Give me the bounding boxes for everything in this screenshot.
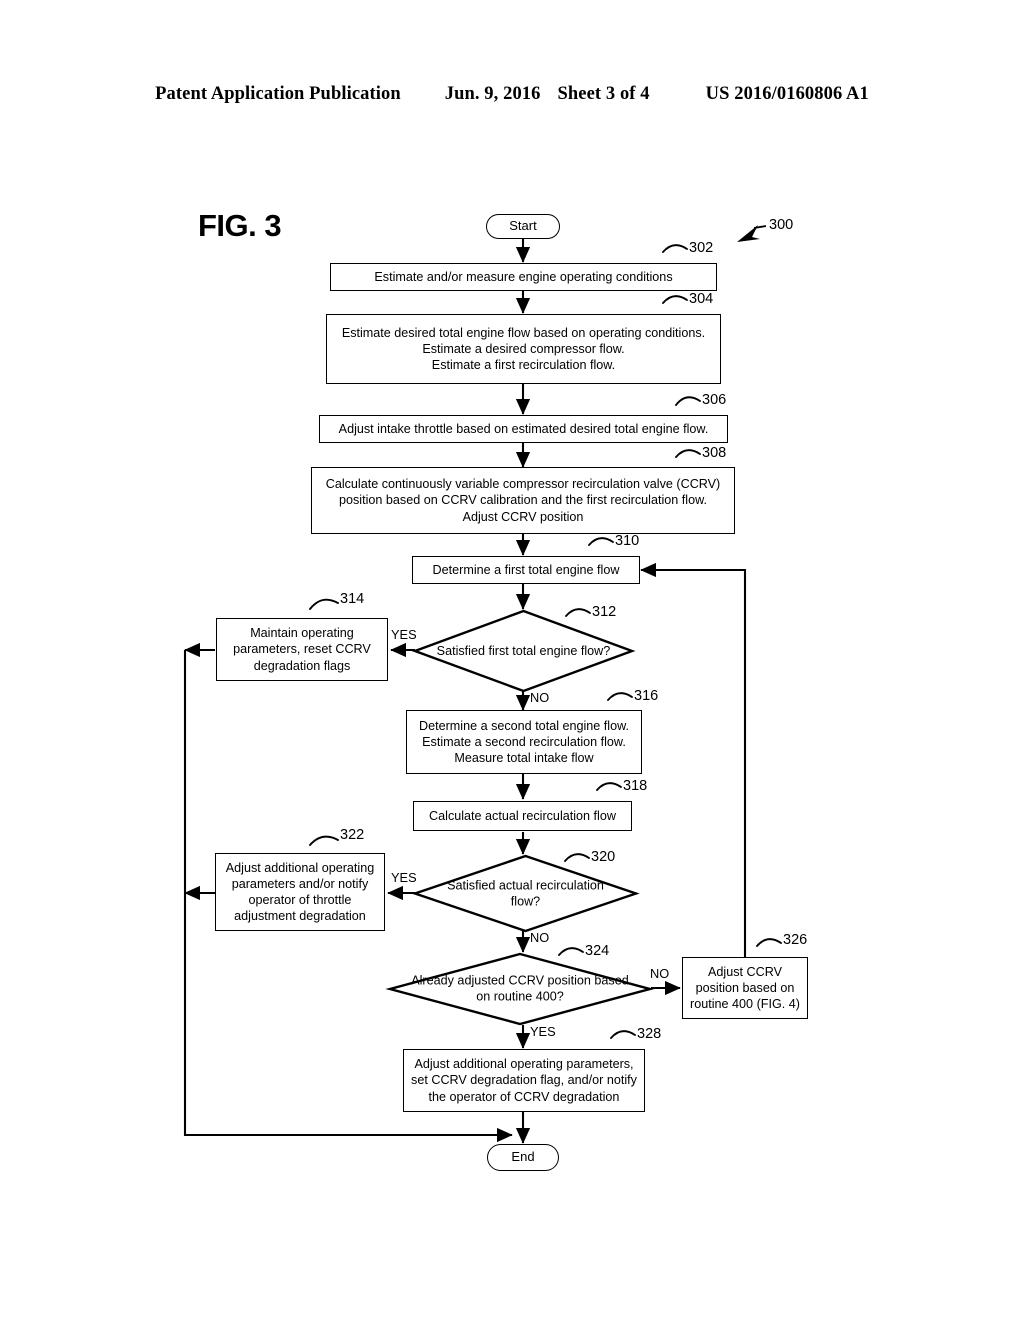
ref-numeral-308: 308 <box>702 445 727 461</box>
flow-step-314: Maintain operating parameters, reset CCR… <box>216 618 388 681</box>
flow-step-316-text: Determine a second total engine flow. Es… <box>418 718 630 766</box>
header-patent-number: US 2016/0160806 A1 <box>705 84 869 104</box>
flow-step-302-text: Estimate and/or measure engine operating… <box>374 269 673 284</box>
flow-step-306: Adjust intake throttle based on estimate… <box>319 415 728 443</box>
flow-step-310-text: Determine a first total engine flow <box>432 562 620 577</box>
flow-step-302: Estimate and/or measure engine operating… <box>330 263 717 291</box>
flow-decision-312-text: Satisfied first total engine flow? <box>436 643 611 658</box>
ref-numeral-322: 322 <box>340 827 365 843</box>
flow-step-318-text: Calculate actual recirculation flow <box>429 808 616 823</box>
header-publication-date: Jun. 9, 2016 <box>444 84 541 104</box>
header-publication-title: Patent Application Publication <box>155 84 401 104</box>
flow-step-328-text: Adjust additional operating parameters, … <box>411 1057 637 1104</box>
ref-numeral-312: 312 <box>592 604 617 620</box>
page-header: Patent Application Publication Jun. 9, 2… <box>0 84 1024 105</box>
flow-step-308-text: Calculate continuously variable compress… <box>325 477 721 524</box>
flow-step-322-text: Adjust additional operating parameters a… <box>225 860 375 924</box>
flow-step-328: Adjust additional operating parameters, … <box>403 1049 645 1112</box>
flow-step-308: Calculate continuously variable compress… <box>311 467 735 534</box>
branch-label-324-no: NO <box>650 966 670 981</box>
ref-numeral-314: 314 <box>340 591 365 607</box>
ref-numeral-318: 318 <box>623 778 648 794</box>
ref-numeral-316: 316 <box>634 688 659 704</box>
routine-ref-arrow <box>737 225 767 242</box>
flow-start-terminator: Start <box>486 214 560 239</box>
ref-numeral-302: 302 <box>689 240 714 256</box>
ref-numeral-326: 326 <box>783 932 808 948</box>
branch-label-320-yes: YES <box>391 870 417 885</box>
flow-step-304: Estimate desired total engine flow based… <box>326 314 721 384</box>
ref-numeral-310: 310 <box>615 533 640 549</box>
figure-label: FIG. 3 <box>198 208 282 243</box>
branch-label-324-yes: YES <box>530 1024 556 1039</box>
flow-end-label: End <box>511 1149 535 1165</box>
flow-step-306-text: Adjust intake throttle based on estimate… <box>338 421 709 436</box>
flow-step-310: Determine a first total engine flow <box>412 556 640 584</box>
flow-decision-320-text: Satisfied actual recirculation flow? <box>447 878 604 909</box>
flow-decision-324-text: Already adjusted CCRV position based on … <box>411 973 629 1004</box>
branch-label-312-no: NO <box>530 690 550 705</box>
flow-step-322: Adjust additional operating parameters a… <box>215 853 385 931</box>
header-sheet-number: Sheet 3 of 4 <box>557 84 650 104</box>
flow-step-318: Calculate actual recirculation flow <box>413 801 632 831</box>
ref-numeral-306: 306 <box>702 392 727 408</box>
ref-numeral-324: 324 <box>585 943 610 959</box>
flow-step-326-text: Adjust CCRV position based on routine 40… <box>690 964 800 1012</box>
flow-decision-312: Satisfied first total engine flow? <box>411 609 636 693</box>
ref-numeral-328: 328 <box>637 1026 662 1042</box>
flow-step-304-text: Estimate desired total engine flow based… <box>341 325 706 373</box>
ref-numeral-300: 300 <box>769 217 794 233</box>
flow-decision-324: Already adjusted CCRV position based on … <box>385 952 655 1026</box>
branch-label-320-no: NO <box>530 930 550 945</box>
branch-label-312-yes: YES <box>391 627 417 642</box>
flow-step-316: Determine a second total engine flow. Es… <box>406 710 642 774</box>
flow-step-326: Adjust CCRV position based on routine 40… <box>682 957 808 1019</box>
flow-step-314-text: Maintain operating parameters, reset CCR… <box>233 626 371 673</box>
ref-numeral-304: 304 <box>689 291 714 307</box>
flow-end-terminator: End <box>487 1144 559 1171</box>
flow-decision-320: Satisfied actual recirculation flow? <box>411 854 640 933</box>
ref-numeral-320: 320 <box>591 849 616 865</box>
flow-start-label: Start <box>509 218 537 234</box>
